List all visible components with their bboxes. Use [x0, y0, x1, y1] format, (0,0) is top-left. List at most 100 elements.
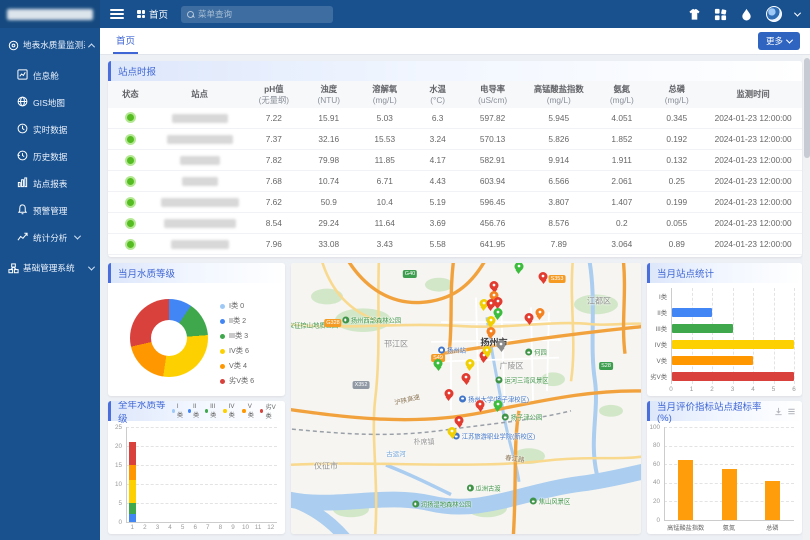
sidebar-item[interactable]: 统计分析: [0, 224, 100, 251]
station-name-blurred: [164, 219, 236, 228]
x-axis-tick: 12: [264, 524, 277, 531]
map-pin[interactable]: [525, 313, 534, 328]
legend-item[interactable]: III类: [205, 403, 220, 419]
sidebar-group-base-system[interactable]: 基础管理系统: [0, 251, 100, 285]
x-axis-tick: 8: [214, 524, 227, 531]
y-axis-tick: 0: [108, 519, 122, 526]
map-pin[interactable]: [539, 272, 548, 287]
map-label: 江都区: [587, 295, 611, 306]
table-header-cell: 高锰酸盐指数 (mg/L): [523, 81, 594, 108]
map-label: 扬州西部森林公园: [342, 315, 401, 324]
legend-item[interactable]: 劣V类: [260, 402, 279, 420]
legend-item[interactable]: V类: [242, 403, 256, 419]
collapse-menu-icon[interactable]: [110, 9, 124, 19]
table-row[interactable]: 7.62 50.9 10.4 5.19 596.45 3.807 1.407 0…: [108, 192, 802, 213]
sidebar-item[interactable]: 预警管理: [0, 197, 100, 224]
legend-item[interactable]: I类: [172, 403, 184, 419]
map-pin[interactable]: [483, 346, 492, 361]
legend-item[interactable]: IV类 6: [220, 346, 254, 356]
station-name-blurred: [167, 135, 233, 144]
legend-item[interactable]: 劣V类 6: [220, 376, 254, 386]
sidebar-item-label: 统计分析: [33, 232, 67, 244]
x-axis-tick: 2: [707, 386, 717, 393]
map-pin[interactable]: [493, 400, 502, 415]
road-shield-icon: S28: [599, 362, 613, 370]
more-button[interactable]: 更多: [758, 32, 800, 50]
sidebar-item[interactable]: 信息舱: [0, 62, 100, 89]
toolbox-data-view-icon[interactable]: [787, 407, 796, 416]
hbar: [672, 372, 794, 381]
home-grid-icon: [137, 10, 145, 18]
vbar: [678, 460, 693, 520]
search-input[interactable]: [198, 9, 327, 19]
gridline: [126, 446, 277, 447]
place-poi-icon: [459, 395, 466, 402]
gridline: [712, 288, 713, 384]
gridline: [126, 427, 277, 428]
legend-item[interactable]: V类 4: [220, 361, 254, 371]
legend-label: V类 4: [229, 361, 247, 371]
page-scrollbar[interactable]: [803, 55, 810, 540]
table-row[interactable]: 8.54 29.24 11.64 3.69 456.76 8.576 0.2 0…: [108, 213, 802, 234]
y-axis-tick: 5: [108, 500, 122, 507]
table-row[interactable]: 7.68 10.74 6.71 4.43 603.94 6.566 2.061 …: [108, 171, 802, 192]
map-label: 邗江区: [384, 339, 408, 350]
legend-item[interactable]: II类: [188, 403, 201, 419]
legend-label: IV类 6: [229, 346, 249, 356]
sidebar-item[interactable]: 实时数据: [0, 116, 100, 143]
park-poi-icon: [530, 498, 537, 505]
map-pin[interactable]: [462, 373, 471, 388]
map-label: 朴席镇: [414, 437, 435, 447]
grade-month-panel: 当月水质等级 I类 0II类 2III类 3IV类 6V类 4劣V类 6: [108, 263, 285, 396]
legend-item[interactable]: IV类: [223, 403, 238, 419]
legend-label: 劣V类 6: [229, 376, 254, 386]
clock-icon: [17, 123, 28, 136]
vbar: [765, 481, 780, 520]
legend-item[interactable]: III类 3: [220, 331, 254, 341]
map-pin[interactable]: [535, 308, 544, 323]
tab-home[interactable]: 首页: [113, 28, 138, 54]
x-axis-tick: 9: [227, 524, 240, 531]
table-header-cell: 溶解氧 (mg/L): [356, 81, 413, 108]
map-pin[interactable]: [448, 427, 457, 442]
toolbox-save-image-icon[interactable]: [774, 407, 783, 416]
map-pin[interactable]: [486, 327, 495, 342]
map-pin[interactable]: [444, 389, 453, 404]
map-pin[interactable]: [497, 340, 506, 355]
legend-item[interactable]: II类 2: [220, 316, 254, 326]
map-label: 瓜洲古渡: [466, 483, 500, 492]
sidebar-item[interactable]: 站点报表: [0, 170, 100, 197]
map-label: 扬子津公园: [502, 413, 542, 422]
sidebar-item[interactable]: GIS地图: [0, 89, 100, 116]
status-ok-dot: [125, 176, 136, 187]
sidebar: 地表水质量监测系统 信息舱 GIS地图 实时数据: [0, 0, 100, 540]
legend-color-dot: [220, 379, 225, 384]
user-avatar[interactable]: [766, 6, 782, 22]
x-axis-tick: 5: [176, 524, 189, 531]
water-drop-icon[interactable]: [740, 8, 753, 21]
chevron-down-icon[interactable]: [794, 9, 801, 16]
sidebar-item[interactable]: 历史数据: [0, 143, 100, 170]
theme-shirt-icon[interactable]: [688, 8, 701, 21]
layout-icon[interactable]: [714, 8, 727, 21]
table-row[interactable]: 7.22 15.91 5.03 6.3 597.82 5.945 4.051 0…: [108, 108, 802, 129]
table-row[interactable]: 7.37 32.16 15.53 3.24 570.13 5.826 1.852…: [108, 129, 802, 150]
station-map[interactable]: 扬州市江都区邗江区广陵区仪征市沪陕高速春江路古运河朴席镇扬州西部森林公园仪征捺山…: [291, 263, 641, 534]
sidebar-group-surface-water-system[interactable]: 地表水质量监测系统: [0, 28, 100, 62]
table-row[interactable]: 7.96 33.08 3.43 5.58 641.95 7.89 3.064 0…: [108, 234, 802, 255]
gridline: [664, 446, 794, 447]
scrollbar-thumb[interactable]: [804, 58, 810, 158]
legend-item[interactable]: I类 0: [220, 301, 254, 311]
x-axis-tick: 10: [239, 524, 252, 531]
menu-search[interactable]: [181, 6, 333, 23]
status-ok-dot: [125, 218, 136, 229]
map-pin[interactable]: [434, 359, 443, 374]
vbar: [722, 469, 737, 520]
breadcrumb[interactable]: 首页: [137, 7, 168, 21]
map-pin[interactable]: [476, 400, 485, 415]
status-ok-dot: [125, 155, 136, 166]
sidebar-item-label: 历史数据: [33, 151, 67, 163]
breadcrumb-home: 首页: [149, 7, 168, 21]
table-row[interactable]: 7.82 79.98 11.85 4.17 582.91 9.914 1.911…: [108, 150, 802, 171]
map-pin[interactable]: [514, 263, 523, 277]
